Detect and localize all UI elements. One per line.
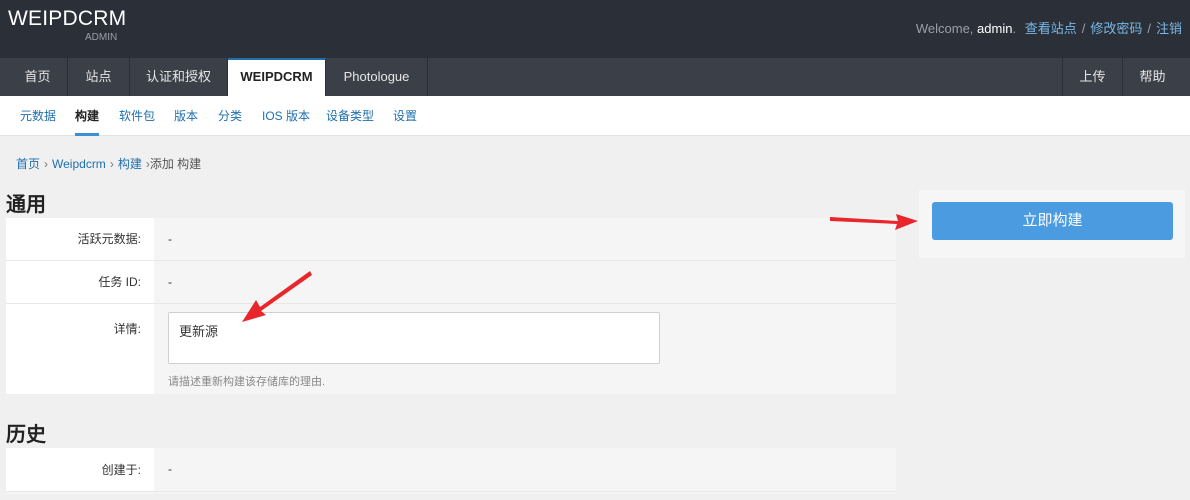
details-help-text: 请描述重新构建该存储库的理由. xyxy=(168,376,326,388)
top-header: WEIPDCRM ADMIN Welcome, admin. 查看站点 / 修改密码… xyxy=(0,0,1190,58)
separator: / xyxy=(1081,21,1086,36)
breadcrumb-build[interactable]: 构建 xyxy=(118,157,142,171)
separator: / xyxy=(1147,21,1151,36)
username: admin xyxy=(977,21,1013,36)
nav-item-help[interactable]: 帮助 xyxy=(1122,58,1182,96)
subnav-item-versions[interactable]: 版本 xyxy=(174,96,198,136)
field-row-details: 详情: 更新源 请描述重新构建该存储库的理由. xyxy=(6,304,896,394)
subnav-item-settings[interactable]: 设置 xyxy=(393,96,417,136)
annotation-arrow-icon xyxy=(242,271,312,322)
subnav-item-metadata[interactable]: 元数据 xyxy=(20,96,56,136)
nav-item-auth[interactable]: 认证和授权 xyxy=(130,58,228,96)
field-row-job-id: 任务 ID: - xyxy=(6,261,896,304)
logout-link[interactable]: 注销 xyxy=(1156,21,1182,36)
welcome-text: Welcome, xyxy=(915,21,978,36)
submit-row: 立即构建 xyxy=(919,190,1185,258)
section-title-history: 历史 xyxy=(6,424,46,446)
view-site-link[interactable]: 查看站点 xyxy=(1025,21,1077,36)
field-row-active-release: 活跃元数据: - xyxy=(6,218,896,261)
nav-item-sites[interactable]: 站点 xyxy=(68,58,130,96)
history-fieldset: 创建于: - xyxy=(6,448,896,494)
breadcrumb-separator: › xyxy=(44,157,49,171)
annotation-arrow-icon xyxy=(830,214,918,230)
breadcrumb: 首页 › Weipdcrm › 构建 ›添加 构建 xyxy=(16,155,201,172)
breadcrumb-current: 添加 构建 xyxy=(149,157,202,171)
field-value-created: - xyxy=(168,462,172,476)
breadcrumb-home[interactable]: 首页 xyxy=(16,157,40,171)
welcome-suffix: . xyxy=(1012,21,1017,36)
field-label-created: 创建于: xyxy=(6,448,154,491)
nav-item-upload[interactable]: 上传 xyxy=(1062,58,1122,96)
nav-item-weipdcrm[interactable]: WEIPDCRM xyxy=(228,58,326,96)
field-value-job-id: - xyxy=(168,275,172,289)
breadcrumb-separator: › xyxy=(109,157,114,171)
nav-item-photologue[interactable]: Photologue xyxy=(326,58,428,96)
breadcrumb-weipdcrm[interactable]: Weipdcrm xyxy=(52,157,106,171)
subnav-item-sections[interactable]: 分类 xyxy=(218,96,242,136)
section-title-general: 通用 xyxy=(6,194,46,216)
subnav-item-device-types[interactable]: 设备类型 xyxy=(326,96,374,136)
nav-item-home[interactable]: 首页 xyxy=(8,58,68,96)
subnav-item-packages[interactable]: 软件包 xyxy=(119,96,155,136)
subnav-item-ios-versions[interactable]: IOS 版本 xyxy=(262,96,310,136)
sub-nav: 元数据 构建 软件包 版本 分类 IOS 版本 设备类型 设置 xyxy=(0,96,1190,136)
brand-subtitle: ADMIN xyxy=(85,32,118,43)
brand[interactable]: WEIPDCRM ADMIN xyxy=(8,6,126,43)
general-fieldset: 活跃元数据: - 任务 ID: - 详情: 更新源 请描述重新构建该存储库的理由… xyxy=(6,218,896,394)
field-label-active-release: 活跃元数据: xyxy=(6,218,154,260)
brand-title[interactable]: WEIPDCRM xyxy=(8,6,126,32)
change-password-link[interactable]: 修改密码 xyxy=(1090,21,1142,36)
subnav-item-build[interactable]: 构建 xyxy=(75,96,100,136)
field-label-job-id: 任务 ID: xyxy=(6,261,154,303)
field-row-created: 创建于: - xyxy=(6,448,896,492)
field-label-details: 详情: xyxy=(6,304,154,394)
user-tools: Welcome, admin. 查看站点 / 修改密码 / 注销 xyxy=(916,18,1182,37)
main-nav: 首页 站点 认证和授权 WEIPDCRM Photologue 上传 帮助 xyxy=(0,58,1190,96)
build-now-button[interactable]: 立即构建 xyxy=(932,202,1173,240)
field-value-active-release: - xyxy=(168,232,172,246)
